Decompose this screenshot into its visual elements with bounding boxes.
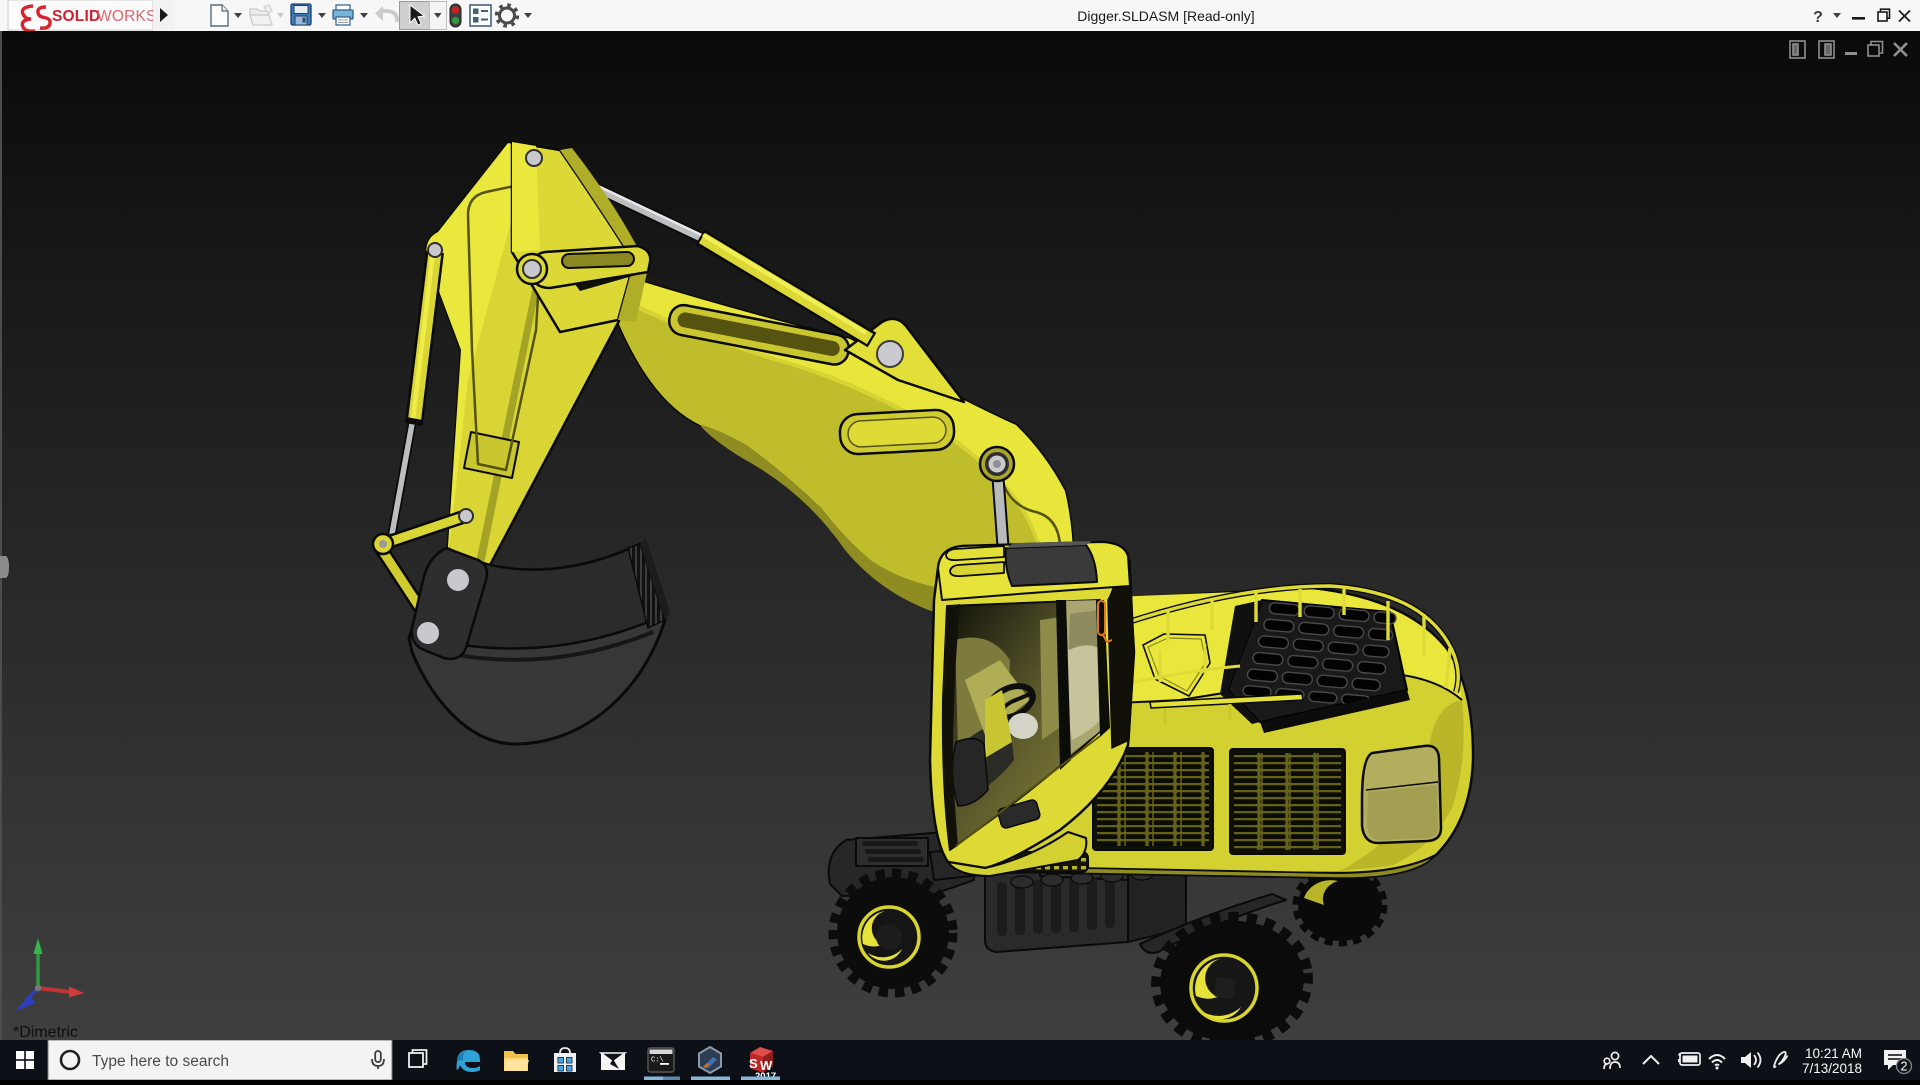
svg-text:2: 2: [1901, 1060, 1908, 1074]
svg-text:?: ?: [1813, 9, 1823, 26]
svg-text:S: S: [749, 1056, 758, 1071]
svg-text:10:21 AM: 10:21 AM: [1805, 1046, 1862, 1061]
svg-text:SOLID: SOLID: [52, 8, 100, 25]
svg-text:Type here to search: Type here to search: [92, 1053, 229, 1070]
svg-text:7/13/2018: 7/13/2018: [1802, 1061, 1862, 1076]
svg-text:*Dimetric: *Dimetric: [13, 1024, 78, 1041]
svg-text:Digger.SLDASM [Read-only]: Digger.SLDASM [Read-only]: [1077, 8, 1254, 24]
svg-text:WORKS: WORKS: [97, 8, 157, 25]
